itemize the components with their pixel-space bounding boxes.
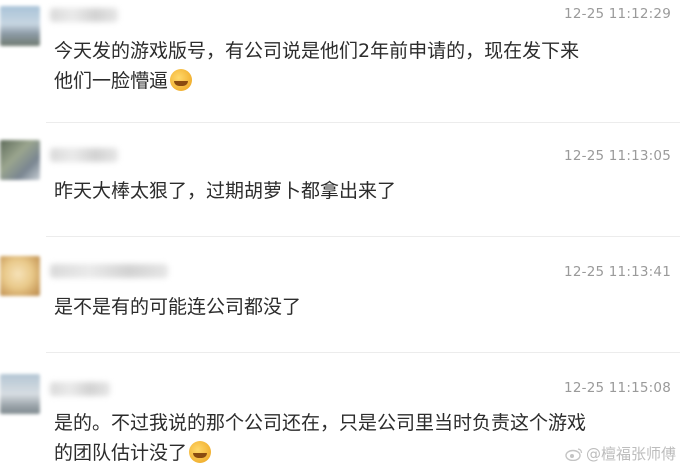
message-line: 今天发的游戏版号，有公司说是他们2年前申请的，现在发下来 bbox=[54, 40, 580, 62]
username-blurred[interactable] bbox=[50, 8, 118, 22]
message-timestamp: 12-25 11:15:08 bbox=[564, 380, 671, 396]
weibo-icon bbox=[565, 448, 583, 461]
username-blurred[interactable] bbox=[50, 264, 168, 278]
avatar[interactable] bbox=[0, 140, 40, 180]
message-line: 昨天大棒太狠了，过期胡萝卜都拿出来了 bbox=[54, 180, 397, 202]
message-line: 是的。不过我说的那个公司还在，只是公司里当时负责这个游戏 bbox=[54, 412, 587, 434]
username-blurred[interactable] bbox=[50, 148, 118, 162]
message-line: 是不是有的可能连公司都没了 bbox=[54, 296, 302, 318]
message-text[interactable]: 是不是有的可能连公司都没了 bbox=[54, 292, 654, 322]
username-blurred[interactable] bbox=[50, 382, 110, 396]
message-timestamp: 12-25 11:12:29 bbox=[564, 6, 671, 22]
laugh-cry-emoji-icon bbox=[170, 69, 193, 91]
message-line: 他们一脸懵逼 bbox=[54, 70, 169, 92]
laugh-cry-emoji-icon bbox=[189, 441, 212, 463]
avatar[interactable] bbox=[0, 374, 40, 414]
watermark: @檀福张师傅 bbox=[565, 443, 676, 464]
chat-log: 12-25 11:12:29 今天发的游戏版号，有公司说是他们2年前申请的，现在… bbox=[0, 0, 680, 470]
message-timestamp: 12-25 11:13:41 bbox=[564, 264, 671, 280]
watermark-text: @檀福张师傅 bbox=[585, 445, 676, 463]
message-divider bbox=[46, 236, 680, 237]
message-text[interactable]: 昨天大棒太狠了，过期胡萝卜都拿出来了 bbox=[54, 176, 654, 206]
message-line: 的团队估计没了 bbox=[54, 442, 188, 464]
avatar[interactable] bbox=[0, 256, 40, 296]
message-text[interactable]: 今天发的游戏版号，有公司说是他们2年前申请的，现在发下来 他们一脸懵逼 bbox=[54, 36, 654, 96]
message-line-with-emoji: 他们一脸懵逼 bbox=[54, 66, 654, 96]
message-divider bbox=[46, 352, 680, 353]
message-divider bbox=[46, 122, 680, 123]
message-timestamp: 12-25 11:13:05 bbox=[564, 148, 671, 164]
avatar[interactable] bbox=[0, 6, 40, 46]
